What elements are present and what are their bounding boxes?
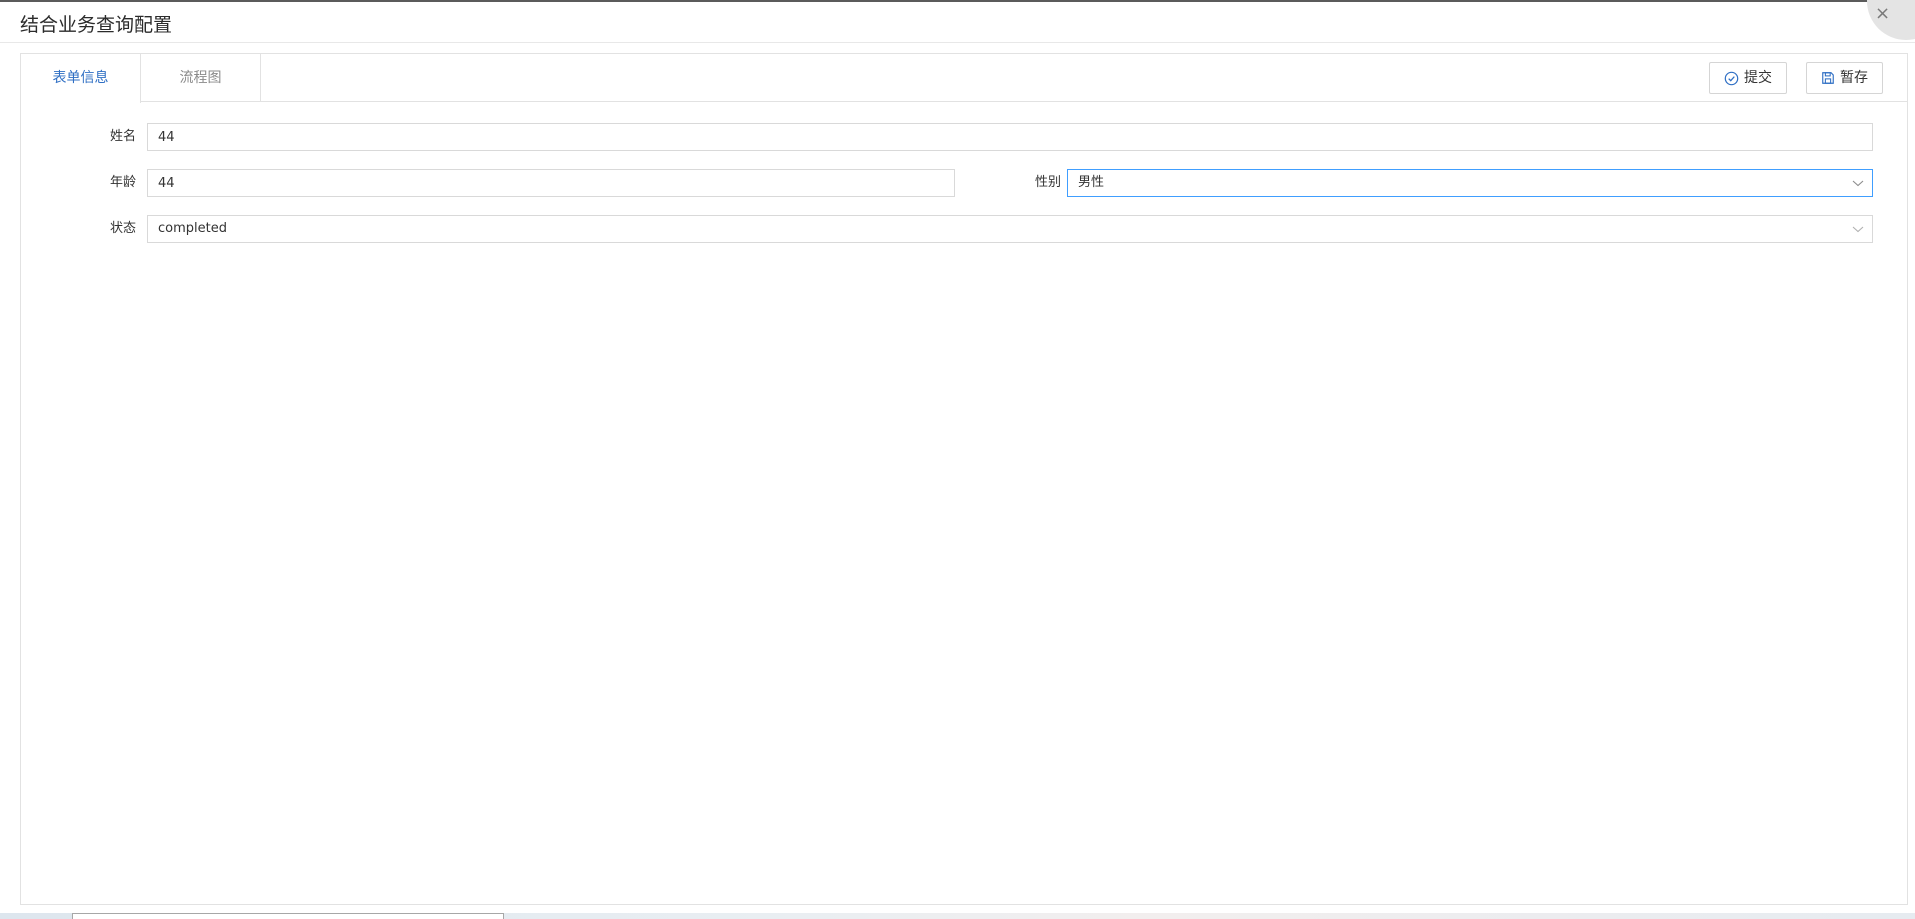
tab-flowchart[interactable]: 流程图 bbox=[141, 54, 261, 102]
title-divider bbox=[0, 42, 1915, 43]
status-value: completed bbox=[158, 221, 227, 236]
age-input[interactable] bbox=[147, 169, 955, 197]
window-top-border bbox=[0, 0, 1915, 2]
tab-form-info[interactable]: 表单信息 bbox=[21, 54, 141, 103]
submit-label: 提交 bbox=[1744, 70, 1772, 86]
status-label: 状态 bbox=[109, 221, 136, 236]
chevron-down-icon bbox=[1852, 180, 1864, 187]
submit-button[interactable]: 提交 bbox=[1709, 62, 1787, 94]
save-icon bbox=[1822, 72, 1834, 84]
tab-bar: 表单信息 流程图 提交 暂存 bbox=[21, 54, 1907, 103]
gender-select[interactable]: 男性 bbox=[1067, 169, 1873, 197]
gender-value: 男性 bbox=[1078, 175, 1105, 190]
taskbar-window-thumb bbox=[72, 913, 504, 919]
chevron-down-icon bbox=[1852, 226, 1864, 233]
close-button[interactable]: × bbox=[1867, 0, 1915, 40]
close-icon: × bbox=[1875, 3, 1891, 24]
check-circle-icon bbox=[1724, 71, 1739, 85]
gender-label: 性别 bbox=[1034, 175, 1061, 190]
name-label: 姓名 bbox=[109, 129, 136, 144]
status-select[interactable]: completed bbox=[147, 215, 1873, 243]
save-draft-label: 暂存 bbox=[1840, 70, 1868, 86]
save-draft-button[interactable]: 暂存 bbox=[1806, 62, 1883, 94]
form-panel: 表单信息 流程图 提交 暂存 姓名 年龄 性别 男性 状态 bbox=[20, 53, 1908, 905]
name-input[interactable] bbox=[147, 123, 1873, 151]
dialog-title: 结合业务查询配置 bbox=[20, 14, 173, 36]
age-label: 年龄 bbox=[109, 175, 136, 190]
